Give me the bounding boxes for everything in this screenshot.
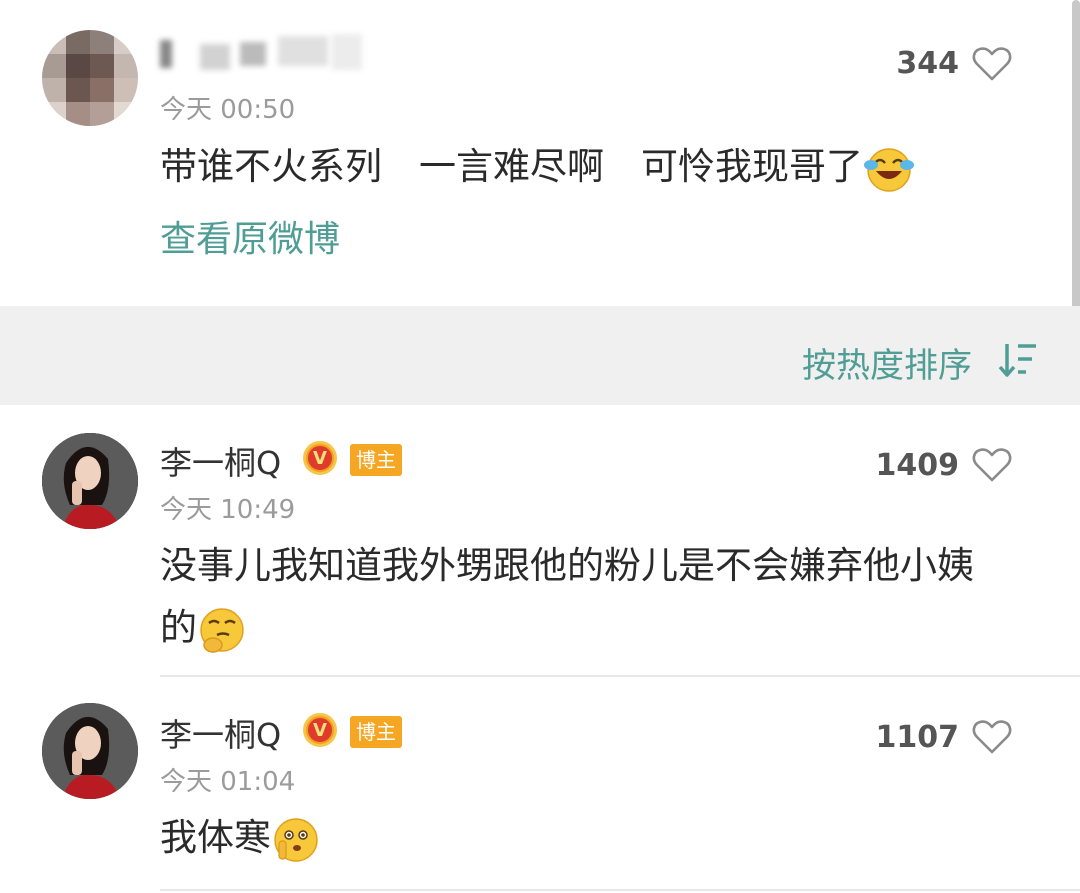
comment-text-content: 我体寒 xyxy=(160,816,271,859)
host-tag: 博主 xyxy=(350,716,402,748)
thinking-smirk-emoji-icon xyxy=(200,607,244,653)
comment-text-line-2-text: 的 xyxy=(160,606,197,649)
comment-time: 今天 10:49 xyxy=(160,495,296,525)
heart-icon[interactable] xyxy=(972,447,1012,483)
heart-icon[interactable] xyxy=(972,46,1012,82)
comment-time: 今天 01:04 xyxy=(160,767,296,797)
host-tag: 博主 xyxy=(350,444,402,476)
comment-text: 我体寒 xyxy=(160,807,321,869)
post-time: 今天 00:50 xyxy=(160,95,296,125)
verified-v-icon: V xyxy=(303,713,337,747)
original-post: 今天 00:50 344 带谁不火系列 一言难尽啊 可怜我现哥了 查看原微博 xyxy=(0,0,1080,310)
commenter-name[interactable]: 李一桐Q xyxy=(160,438,281,484)
commenter-name[interactable]: 李一桐Q xyxy=(160,710,281,756)
scrollbar[interactable] xyxy=(1072,0,1080,310)
comment-text-line-1: 没事儿我知道我外甥跟他的粉儿是不会嫌弃他小姨 xyxy=(160,544,974,587)
comment-like-count: 1107 xyxy=(875,720,960,755)
divider xyxy=(160,889,1080,891)
heart-icon[interactable] xyxy=(972,719,1012,755)
sort-descending-icon[interactable] xyxy=(998,342,1038,378)
view-original-link[interactable]: 查看原微博 xyxy=(160,210,340,262)
comment-text-line-2: 的 xyxy=(160,597,247,659)
post-text: 带谁不火系列 一言难尽啊 可怜我现哥了 xyxy=(160,145,863,188)
comment-item: 李一桐Q V 博主 今天 01:04 1107 我体寒 xyxy=(0,677,1080,893)
comment-like-count: 1409 xyxy=(875,448,960,483)
shush-emoji-icon xyxy=(274,817,318,862)
sort-bar: 按热度排序 xyxy=(0,306,1080,405)
pixelated-avatar[interactable] xyxy=(42,30,138,126)
laugh-cry-emoji-icon xyxy=(864,147,914,192)
comment-item: 李一桐Q V 博主 今天 10:49 1409 没事儿我知道我外甥跟他的粉儿是不… xyxy=(0,405,1080,677)
commenter-avatar[interactable] xyxy=(42,433,138,529)
verified-v-icon: V xyxy=(303,441,337,475)
commenter-avatar[interactable] xyxy=(42,703,138,799)
post-content: 带谁不火系列 一言难尽啊 可怜我现哥了 xyxy=(160,136,915,198)
sort-by-hot-button[interactable]: 按热度排序 xyxy=(802,338,972,387)
blurred-username xyxy=(160,30,370,80)
post-like-count: 344 xyxy=(896,46,959,81)
